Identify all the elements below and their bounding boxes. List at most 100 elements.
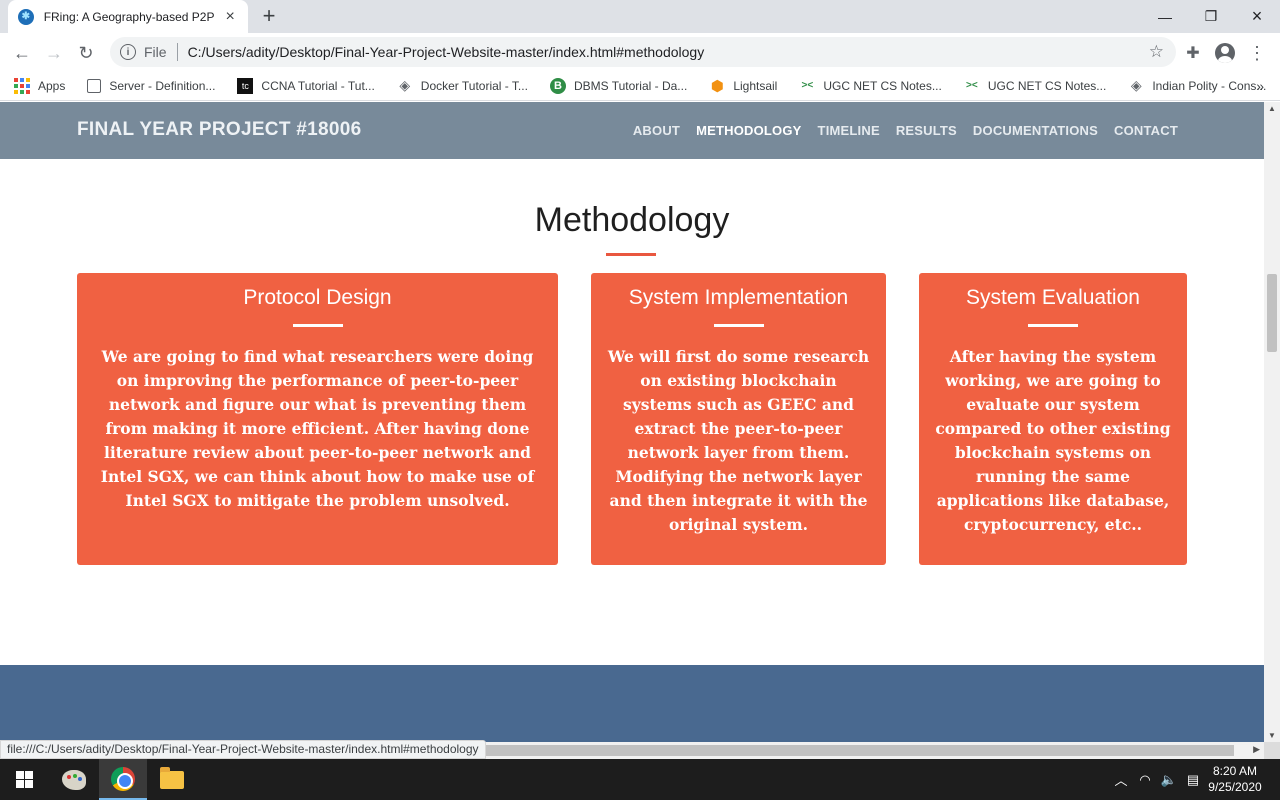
scroll-up-icon[interactable]: ▲ — [1264, 104, 1280, 113]
minimize-button[interactable]: — — [1142, 0, 1188, 33]
horizontal-scroll-thumb[interactable] — [486, 745, 1234, 756]
card-protocol-design: Protocol Design We are going to find wha… — [77, 273, 558, 565]
nav-documentations[interactable]: DOCUMENTATIONS — [973, 123, 1098, 138]
card-text: After having the system working, we are … — [935, 347, 1171, 534]
tutorial-icon: tc — [237, 77, 254, 94]
close-tab-icon[interactable]: × — [222, 8, 238, 26]
paint-palette-icon — [62, 769, 86, 790]
clock-time: 8:20 AM — [1212, 764, 1258, 778]
site-navbar: FINAL YEAR PROJECT #18006 ABOUT METHODOL… — [0, 102, 1264, 159]
card-title: System Implementation — [628, 286, 849, 309]
menu-kebab-icon[interactable]: ⋮ — [1244, 40, 1270, 66]
nav-about[interactable]: ABOUT — [633, 123, 680, 138]
title-divider — [606, 253, 656, 256]
more-bookmarks-icon[interactable]: » — [1256, 78, 1264, 94]
close-window-button[interactable]: × — [1234, 0, 1280, 33]
browser-tab[interactable]: ✱ FRing: A Geography-based P2P C × — [8, 0, 248, 33]
extensions-puzzle-icon[interactable]: ✚ — [1180, 40, 1206, 66]
vertical-scrollbar[interactable]: ▲ ▼ — [1264, 102, 1280, 742]
browser-toolbar: ← → ↻ i File C:/Users/adity/Desktop/Fina… — [0, 33, 1280, 71]
folder-icon — [160, 766, 184, 789]
windows-taskbar: ︿ ◠ 🔈 ▤ 8:20 AM 9/25/2020 — [0, 759, 1280, 800]
lightsail-icon: ⬢ — [710, 77, 724, 95]
taskbar-file-explorer[interactable] — [148, 759, 196, 800]
volume-icon[interactable]: 🔈 — [1158, 759, 1180, 800]
tab-strip: ✱ FRing: A Geography-based P2P C × + — ❐… — [0, 0, 1280, 33]
bookmark-docker[interactable]: ◈ Docker Tutorial - T... — [397, 77, 528, 94]
card-title: Protocol Design — [243, 286, 392, 309]
bookmark-ccna[interactable]: tc CCNA Tutorial - Tut... — [237, 77, 375, 94]
apps-grid-icon — [14, 77, 30, 94]
diamond-icon: ◈ — [399, 77, 411, 93]
chrome-icon — [111, 766, 135, 791]
tab-title: FRing: A Geography-based P2P C — [43, 9, 217, 24]
start-button[interactable] — [0, 759, 48, 800]
card-divider — [713, 324, 764, 327]
site-info-icon[interactable]: i — [120, 44, 136, 60]
card-divider — [292, 324, 343, 327]
address-url[interactable]: C:/Users/adity/Desktop/Final-Year-Projec… — [188, 44, 705, 60]
page-viewport: FINAL YEAR PROJECT #18006 ABOUT METHODOL… — [0, 102, 1264, 742]
next-section-band — [0, 665, 1264, 742]
bookmark-label: DBMS Tutorial - Da... — [573, 78, 688, 93]
nav-results[interactable]: RESULTS — [896, 123, 957, 138]
bookmark-apps[interactable]: Apps — [14, 77, 66, 94]
taskbar-paint[interactable] — [50, 759, 98, 800]
profile-avatar-icon — [1215, 43, 1235, 63]
site-nav-links: ABOUT METHODOLOGY TIMELINE RESULTS DOCUM… — [633, 123, 1178, 138]
bookmark-label: Server - Definition... — [109, 78, 216, 93]
browser-window: ✱ FRing: A Geography-based P2P C × + — ❐… — [0, 0, 1280, 800]
bookmark-polity[interactable]: ◈ Indian Polity - Cons... — [1128, 77, 1267, 94]
wifi-icon[interactable]: ◠ — [1134, 759, 1156, 800]
bookmark-label: UGC NET CS Notes... — [987, 78, 1107, 93]
site-favicon-icon: ✱ — [18, 8, 34, 25]
bookmark-label: Apps — [38, 78, 66, 93]
notification-icon[interactable]: ▤ — [1182, 759, 1204, 800]
profile-button[interactable] — [1212, 40, 1238, 66]
bookmark-label: Indian Polity - Cons... — [1152, 78, 1267, 93]
bookmark-ugc-1[interactable]: >< UGC NET CS Notes... — [799, 78, 942, 94]
address-scheme: File — [144, 44, 167, 60]
card-title: System Evaluation — [966, 286, 1140, 309]
scroll-down-icon[interactable]: ▼ — [1264, 731, 1280, 740]
bookmark-lightsail[interactable]: ⬢ Lightsail — [709, 77, 778, 95]
ugc-icon: >< — [801, 80, 814, 91]
server-icon — [87, 78, 102, 93]
clock-date: 9/25/2020 — [1208, 780, 1262, 794]
scrollbar-corner — [1264, 742, 1280, 759]
ugc-icon: >< — [965, 80, 978, 91]
card-system-evaluation: System Evaluation After having the syste… — [919, 273, 1187, 565]
windows-logo-icon — [15, 771, 33, 788]
card-text: We will first do some research on existi… — [607, 347, 870, 534]
nav-methodology[interactable]: METHODOLOGY — [696, 123, 801, 138]
nav-contact[interactable]: CONTACT — [1114, 123, 1178, 138]
show-hidden-icons-chevron-icon[interactable]: ︿ — [1110, 759, 1132, 800]
diamond-icon: ◈ — [1130, 77, 1142, 93]
bookmark-label: CCNA Tutorial - Tut... — [261, 78, 375, 93]
b-icon: B — [549, 77, 566, 94]
card-text: We are going to find what researchers we… — [100, 347, 535, 510]
scroll-right-icon[interactable]: ▶ — [1253, 744, 1260, 755]
vertical-scroll-thumb[interactable] — [1267, 274, 1277, 352]
address-divider — [176, 43, 178, 61]
reload-button[interactable]: ↻ — [72, 39, 100, 67]
bookmark-server[interactable]: Server - Definition... — [87, 78, 216, 93]
bookmark-label: UGC NET CS Notes... — [823, 78, 942, 93]
taskbar-chrome[interactable] — [99, 759, 147, 800]
nav-timeline[interactable]: TIMELINE — [818, 123, 880, 138]
section-title: Methodology — [534, 201, 730, 239]
bookmark-star-icon[interactable]: ☆ — [1149, 42, 1164, 62]
back-button[interactable]: ← — [8, 39, 36, 67]
link-status-bar: file:///C:/Users/adity/Desktop/Final-Yea… — [0, 740, 486, 759]
bookmark-ugc-2[interactable]: >< UGC NET CS Notes... — [964, 78, 1106, 94]
site-brand[interactable]: FINAL YEAR PROJECT #18006 — [77, 119, 362, 141]
bookmark-dbms[interactable]: B DBMS Tutorial - Da... — [549, 77, 688, 94]
bookmark-label: Lightsail — [733, 78, 778, 93]
forward-button[interactable]: → — [40, 39, 68, 67]
taskbar-clock[interactable]: 8:20 AM 9/25/2020 — [1205, 763, 1265, 795]
new-tab-button[interactable]: + — [257, 5, 281, 29]
restore-button[interactable]: ❐ — [1188, 0, 1234, 33]
address-bar[interactable]: i File C:/Users/adity/Desktop/Final-Year… — [110, 37, 1176, 67]
card-divider — [1028, 324, 1078, 327]
card-system-implementation: System Implementation We will first do s… — [591, 273, 886, 565]
